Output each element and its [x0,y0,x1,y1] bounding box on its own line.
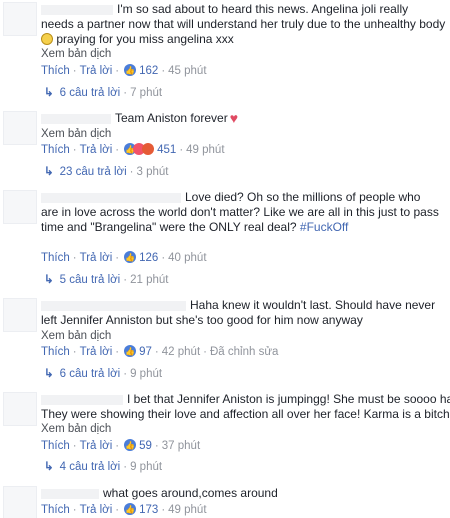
reply-arrow-icon: ↳ [44,87,54,99]
comment-text-line: I bet that Jennifer Aniston is jumpingg!… [127,392,450,406]
timestamp[interactable]: 42 phút [162,346,200,358]
view-replies-link[interactable]: ↳ 5 câu trả lời · 21 phút [44,272,168,288]
like-reaction-icon[interactable] [124,63,137,79]
comment-actions: Thích·Trả lời·126·40 phút [41,250,207,266]
like-button[interactable]: Thích [41,144,70,156]
commenter-name[interactable] [41,192,181,203]
comment-text-line: left Jennifer Anniston but she's too goo… [41,313,363,327]
comment-text-line: Haha knew it wouldn't last. Should have … [190,298,436,312]
replies-count[interactable]: 4 câu trả lời [60,461,121,473]
reply-button[interactable]: Trả lời [80,144,113,156]
avatar[interactable] [3,190,37,224]
reply-button[interactable]: Trả lời [80,252,113,264]
comment-body: I bet that Jennifer Aniston is jumpingg!… [41,392,450,422]
comment-body: I'm so sad about to heard this news. Ang… [41,2,446,47]
see-translation-link[interactable]: Xem bản dịch [41,330,111,342]
comment-body: Team Aniston forever ♥ [41,111,446,126]
timestamp[interactable]: 49 phút [186,144,224,156]
comment-actions: Thích·Trả lời·97·42 phút·Đã chỉnh sửa [41,344,278,360]
like-reaction-icon[interactable] [124,250,137,266]
replies-count[interactable]: 6 câu trả lời [60,87,121,99]
reply-button[interactable]: Trả lời [80,504,113,516]
like-reaction-icon[interactable] [124,344,137,360]
like-reaction-icon[interactable] [124,502,137,518]
reaction-count[interactable]: 97 [139,346,152,358]
comment-body: what goes around,comes around [41,486,446,501]
reply-arrow-icon: ↳ [44,461,54,473]
comment-text-line: Love died? Oh so the millions of people … [185,190,421,204]
avatar[interactable] [3,2,37,36]
replies-timestamp: 7 phút [130,87,163,99]
timestamp[interactable]: 40 phút [168,252,206,264]
replies-timestamp: 9 phút [130,461,163,473]
comment-text-line: needs a partner now that will understand… [41,17,446,31]
comment-actions: Thích·Trả lời·59·37 phút [41,438,200,454]
replies-count[interactable]: 5 câu trả lời [60,274,121,286]
view-replies-link[interactable]: ↳ 23 câu trả lời · 3 phút [44,164,168,180]
timestamp[interactable]: 45 phút [168,65,206,77]
avatar[interactable] [3,486,37,518]
replies-timestamp: 3 phút [136,166,169,178]
commenter-name[interactable] [41,394,123,405]
like-button[interactable]: Thích [41,504,70,516]
heart-emoji-icon: ♥ [229,110,239,126]
comment-body: Love died? Oh so the millions of people … [41,190,446,235]
comment-actions: Thích·Trả lời·173·49 phút [41,502,207,518]
comment-text-line: time and "Brangelina" were the ONLY real… [41,220,297,234]
avatar[interactable] [3,392,37,426]
reaction-count[interactable]: 59 [139,440,152,452]
comments-panel: I'm so sad about to heard this news. Ang… [0,0,450,518]
timestamp[interactable]: 37 phút [162,440,200,452]
like-button[interactable]: Thích [41,252,70,264]
avatar[interactable] [3,111,37,145]
avatar[interactable] [3,298,37,332]
view-replies-link[interactable]: ↳ 6 câu trả lời · 9 phút [44,366,162,382]
reply-button[interactable]: Trả lời [80,440,113,452]
replies-timestamp: 21 phút [130,274,169,286]
commenter-name[interactable] [41,113,111,124]
sad-face-emoji-icon [41,33,53,45]
hashtag-link[interactable]: #FuckOff [300,220,348,234]
reply-arrow-icon: ↳ [44,274,54,286]
comment-body: Haha knew it wouldn't last. Should have … [41,298,446,328]
edited-label[interactable]: Đã chỉnh sửa [210,346,278,358]
like-reaction-icon[interactable] [124,438,137,454]
see-translation-link[interactable]: Xem bản dịch [41,128,111,140]
reply-button[interactable]: Trả lời [80,346,113,358]
commenter-name[interactable] [41,4,113,15]
like-button[interactable]: Thích [41,440,70,452]
view-replies-link[interactable]: ↳ 6 câu trả lời · 7 phút [44,85,162,101]
timestamp[interactable]: 49 phút [168,504,206,516]
comment-text-line: Team Aniston forever [115,111,228,125]
commenter-name[interactable] [41,488,99,499]
commenter-name[interactable] [41,300,186,311]
comment-actions: Thích·Trả lời·451·49 phút [41,142,225,158]
replies-count[interactable]: 23 câu trả lời [60,166,127,178]
reaction-count[interactable]: 126 [139,252,158,264]
angry-reaction-icon[interactable] [142,143,155,155]
reply-arrow-icon: ↳ [44,368,54,380]
comment-text-line: praying for you miss angelina xxx [56,32,234,46]
comment-text-line: They were showing their love and affecti… [41,407,450,421]
replies-timestamp: 9 phút [130,368,163,380]
see-translation-link[interactable]: Xem bản dịch [41,48,111,60]
replies-count[interactable]: 6 câu trả lời [60,368,121,380]
reaction-count[interactable]: 162 [139,65,158,77]
see-translation-link[interactable]: Xem bản dịch [41,423,111,435]
comment-text-line: are in love across the world don't matte… [41,205,439,219]
view-replies-link[interactable]: ↳ 4 câu trả lời · 9 phút [44,459,162,475]
like-button[interactable]: Thích [41,346,70,358]
reply-arrow-icon: ↳ [44,166,54,178]
reaction-count[interactable]: 173 [139,504,158,516]
comment-actions: Thích·Trả lời·162·45 phút [41,63,207,79]
reaction-count[interactable]: 451 [157,144,176,156]
comment-text-line: what goes around,comes around [103,486,278,500]
like-button[interactable]: Thích [41,65,70,77]
comment-text-line: I'm so sad about to heard this news. Ang… [117,2,409,16]
reply-button[interactable]: Trả lời [80,65,113,77]
